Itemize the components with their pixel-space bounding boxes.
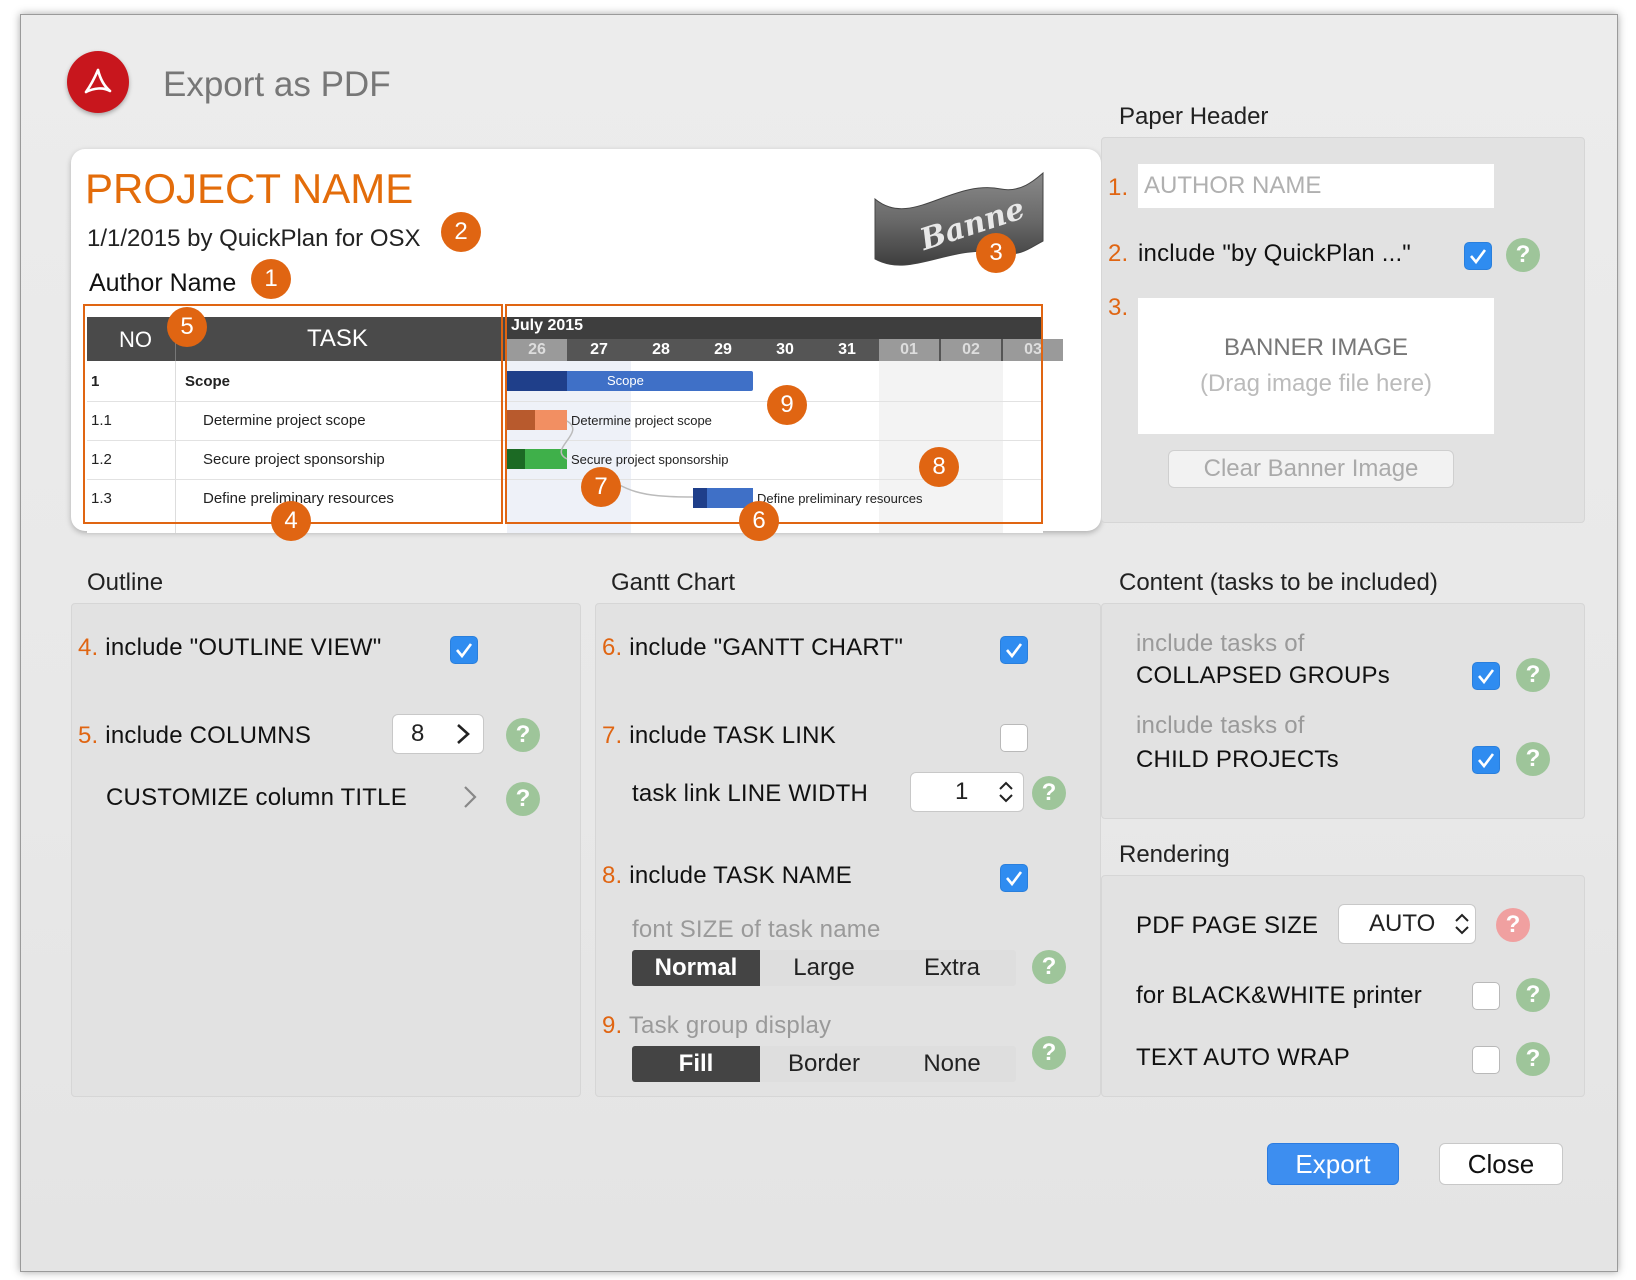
group-display-option[interactable]: Border: [760, 1046, 888, 1082]
acrobat-pdf-icon: [67, 51, 129, 113]
bw-printer-label: for BLACK&WHITE printer: [1136, 982, 1423, 1009]
collapsed-groups-checkbox[interactable]: [1472, 662, 1500, 690]
chevron-right-icon[interactable]: [460, 784, 480, 810]
include-gantt-checkbox[interactable]: [1000, 636, 1028, 664]
child-projects-hint: include tasks of: [1136, 712, 1305, 739]
customize-column-title-label[interactable]: CUSTOMIZE column TITLE: [106, 784, 407, 812]
author-name-field[interactable]: AUTHOR NAME: [1138, 164, 1494, 208]
help-icon[interactable]: ?: [506, 718, 540, 752]
chevron-right-icon[interactable]: [453, 723, 473, 745]
child-projects-label: CHILD PROJECTs: [1136, 746, 1339, 773]
help-icon[interactable]: ?: [1506, 238, 1540, 272]
help-icon[interactable]: ?: [1496, 908, 1530, 942]
group-display-option[interactable]: None: [888, 1046, 1016, 1082]
callout-badge-5: 5: [167, 307, 207, 347]
group-display-label: 9. Task group display: [602, 1012, 832, 1039]
preview-subtitle: 1/1/2015 by QuickPlan for OSX: [87, 225, 421, 252]
child-projects-checkbox[interactable]: [1472, 746, 1500, 774]
callout-badge-3: 3: [976, 233, 1016, 273]
line-width-label: task link LINE WIDTH: [632, 780, 869, 807]
font-size-option[interactable]: Normal: [632, 950, 760, 986]
preview-author: Author Name: [89, 269, 237, 297]
callout-badge-6: 6: [739, 501, 779, 541]
font-size-option[interactable]: Large: [760, 950, 888, 986]
help-icon[interactable]: ?: [1516, 742, 1550, 776]
outline-section-title: Outline: [87, 569, 164, 596]
include-task-link-label: 7. include TASK LINK: [602, 722, 836, 749]
content-panel: include tasks of COLLAPSED GROUPs ? incl…: [1101, 603, 1585, 819]
export-pdf-dialog: Export as PDF PROJECT NAME 1/1/2015 by Q…: [20, 14, 1618, 1272]
help-icon[interactable]: ?: [1516, 978, 1550, 1012]
paper-header-panel: 1. AUTHOR NAME 2. include "by QuickPlan …: [1101, 137, 1585, 523]
line-width-value: 1: [955, 778, 969, 805]
up-down-arrows-icon[interactable]: [1453, 911, 1471, 937]
include-gantt-label: 6. include "GANTT CHART": [602, 634, 904, 661]
callout-badge-1: 1: [251, 259, 291, 299]
close-button[interactable]: Close: [1439, 1143, 1563, 1185]
font-size-option[interactable]: Extra: [888, 950, 1016, 986]
line-width-stepper[interactable]: 1: [910, 772, 1024, 812]
pdf-page-size-select[interactable]: AUTO: [1338, 904, 1476, 944]
include-task-link-checkbox[interactable]: [1000, 724, 1028, 752]
pdf-page-size-value: AUTO: [1369, 910, 1436, 937]
help-icon[interactable]: ?: [506, 782, 540, 816]
collapsed-groups-label: COLLAPSED GROUPs: [1136, 662, 1390, 689]
paper-header-num-1: 1.: [1108, 174, 1129, 201]
preview-project-name: PROJECT NAME: [85, 165, 414, 212]
include-by-label: include "by QuickPlan ...": [1138, 240, 1412, 267]
help-icon[interactable]: ?: [1516, 1042, 1550, 1076]
help-icon[interactable]: ?: [1032, 1036, 1066, 1070]
bw-printer-checkbox[interactable]: [1472, 982, 1500, 1010]
callout-badge-8: 8: [919, 447, 959, 487]
text-auto-wrap-label: TEXT AUTO WRAP: [1136, 1044, 1350, 1071]
dialog-title: Export as PDF: [163, 65, 391, 104]
clear-banner-button[interactable]: Clear Banner Image: [1168, 450, 1454, 488]
include-columns-label: 5. include COLUMNS: [78, 722, 312, 749]
include-task-name-checkbox[interactable]: [1000, 864, 1028, 892]
callout-badge-9: 9: [767, 385, 807, 425]
help-icon[interactable]: ?: [1516, 658, 1550, 692]
banner-image-drop-zone[interactable]: BANNER IMAGE (Drag image file here): [1138, 298, 1494, 434]
outline-highlight-frame: [83, 304, 503, 524]
pdf-page-size-label: PDF PAGE SIZE: [1136, 912, 1319, 939]
rendering-panel: PDF PAGE SIZE AUTO ? for BLACK&WHITE pri…: [1101, 875, 1585, 1097]
callout-badge-2: 2: [441, 212, 481, 252]
include-task-name-label: 8. include TASK NAME: [602, 862, 852, 889]
paper-header-title: Paper Header: [1119, 103, 1269, 130]
up-down-arrows-icon[interactable]: [997, 779, 1015, 805]
include-outline-checkbox[interactable]: [450, 636, 478, 664]
include-by-checkbox[interactable]: [1464, 242, 1492, 270]
callout-badge-4: 4: [271, 501, 311, 541]
content-section-title: Content (tasks to be included): [1119, 569, 1438, 596]
paper-header-num-2: 2.: [1108, 240, 1129, 267]
gantt-panel: 6. include "GANTT CHART" 7. include TASK…: [595, 603, 1101, 1097]
include-outline-label: 4. include "OUTLINE VIEW": [78, 634, 382, 661]
group-display-segmented-control[interactable]: Fill Border None: [632, 1046, 1016, 1082]
gantt-section-title: Gantt Chart: [611, 569, 736, 596]
help-icon[interactable]: ?: [1032, 776, 1066, 810]
help-icon[interactable]: ?: [1032, 950, 1066, 984]
font-size-label: font SIZE of task name: [632, 916, 881, 943]
outline-panel: 4. include "OUTLINE VIEW" 5. include COL…: [71, 603, 581, 1097]
export-button[interactable]: Export: [1267, 1143, 1399, 1185]
columns-value: 8: [411, 720, 425, 747]
rendering-section-title: Rendering: [1119, 841, 1230, 868]
banner-ribbon-image: Banne: [874, 171, 1044, 266]
group-display-option[interactable]: Fill: [632, 1046, 760, 1082]
paper-header-num-3: 3.: [1108, 294, 1129, 321]
columns-stepper[interactable]: 8: [392, 714, 484, 754]
text-auto-wrap-checkbox[interactable]: [1472, 1046, 1500, 1074]
collapsed-groups-hint: include tasks of: [1136, 630, 1305, 657]
callout-badge-7: 7: [581, 467, 621, 507]
pdf-preview: PROJECT NAME 1/1/2015 by QuickPlan for O…: [71, 149, 1101, 541]
font-size-segmented-control[interactable]: Normal Large Extra: [632, 950, 1016, 986]
